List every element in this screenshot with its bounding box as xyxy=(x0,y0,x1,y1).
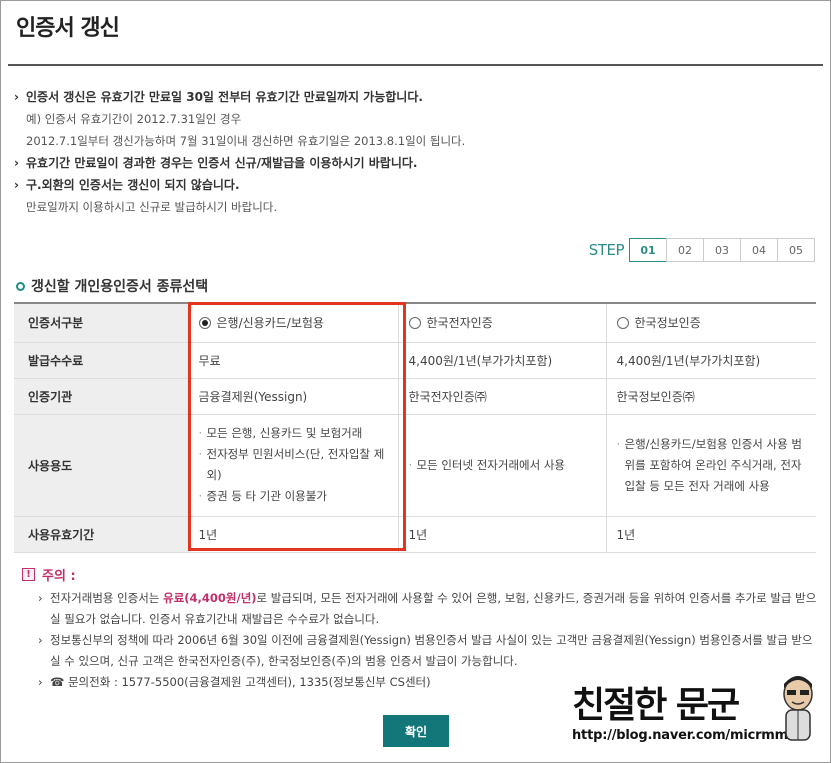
option-label[interactable]: 은행/신용카드/보험용 xyxy=(217,316,324,330)
notice-list: 인증서 갱신은 유효기간 만료일 30일 전부터 유효기간 만료일까지 가능합니… xyxy=(14,86,814,218)
cartoon-face-icon xyxy=(783,676,813,741)
list-item: 모든 인터넷 전자거래에서 사용 xyxy=(409,455,596,476)
row-header: 사용유효기간 xyxy=(14,516,189,553)
list-item: 전자정부 민원서비스(단, 전자입찰 제외) xyxy=(199,444,388,486)
table-row: 사용유효기간 1년 1년 1년 xyxy=(14,516,816,553)
notice-item: 인증서 갱신은 유효기간 만료일 30일 전부터 유효기간 만료일까지 가능합니… xyxy=(14,86,814,108)
list-item: 모든 은행, 신용카드 및 보험거래 xyxy=(199,423,388,444)
phone-contact-text: ☎ 문의전화 : 1577-5500(금융결제원 고객센터), 1335(정보통… xyxy=(50,675,431,689)
table-cell: 4,400원/1년(부가가치포함) xyxy=(606,342,816,379)
warning-icon: ! xyxy=(22,568,35,581)
fee-highlight: 유료(4,400원/년) xyxy=(163,591,257,605)
list-item: 증권 등 타 기관 이용불가 xyxy=(199,486,388,507)
section-heading: 갱신할 개인용인증서 종류선택 xyxy=(16,276,208,296)
table-row: 인증기관 금융결제원(Yessign) 한국전자인증㈜ 한국정보인증㈜ xyxy=(14,378,816,415)
caution-title: 주의 : xyxy=(42,569,76,584)
section-title: 갱신할 개인용인증서 종류선택 xyxy=(31,279,209,295)
watermark-url: http://blog.naver.com/micrmm xyxy=(572,728,788,743)
caution-heading: ! 주의 : xyxy=(22,565,76,584)
step-2: 02 xyxy=(666,238,704,262)
radio-option-crosscert[interactable]: 한국전자인증 xyxy=(398,302,607,343)
table-cell: 1년 xyxy=(606,516,816,553)
table-row: 사용용도 모든 은행, 신용카드 및 보험거래 전자정부 민원서비스(단, 전자… xyxy=(14,414,816,517)
title-divider xyxy=(8,64,823,66)
option-label[interactable]: 한국정보인증 xyxy=(635,316,701,330)
caution-text: 전자거래범용 인증서는 xyxy=(50,591,164,605)
notice-subtext: 예) 인증서 유효기간이 2012.7.31일인 경우 xyxy=(26,112,242,126)
step-indicator: STEP 01 02 03 04 05 xyxy=(589,238,815,262)
table-cell: 금융결제원(Yessign) xyxy=(188,378,399,415)
table-cell: 무료 xyxy=(188,342,399,379)
table-cell: 모든 인터넷 전자거래에서 사용 xyxy=(398,414,607,517)
caution-text: 정보통신부의 정책에 따라 2006년 6월 30일 이전에 금융결제원(Yes… xyxy=(50,633,813,668)
step-label: STEP xyxy=(588,241,625,259)
certificate-type-table: 인증서구분 은행/신용카드/보험용 한국전자인증 한국정보인증 발급수수료 무료… xyxy=(14,302,816,553)
notice-item: 구.외환의 인증서는 갱신이 되지 않습니다. xyxy=(14,174,814,196)
watermark-title: 친절한 문군 xyxy=(572,685,740,726)
caution-item: 정보통신부의 정책에 따라 2006년 6월 30일 이전에 금융결제원(Yes… xyxy=(38,630,818,672)
radio-icon[interactable] xyxy=(616,317,629,330)
table-cell: 한국전자인증㈜ xyxy=(398,378,607,415)
option-label[interactable]: 한국전자인증 xyxy=(427,316,493,330)
blog-watermark: 친절한 문군 http://blog.naver.com/micrmm xyxy=(572,676,822,756)
table-cell: 1년 xyxy=(398,516,607,553)
step-3: 03 xyxy=(703,238,741,262)
table-cell: 4,400원/1년(부가가치포함) xyxy=(398,342,607,379)
table-cell: 1년 xyxy=(188,516,399,553)
step-5: 05 xyxy=(777,238,815,262)
list-item: 은행/신용카드/보험용 인증서 사용 범위를 포함하여 온라인 주식거래, 전자… xyxy=(617,434,807,497)
caution-item: 전자거래범용 인증서는 유료(4,400원/년)로 발급되며, 모든 전자거래에… xyxy=(38,588,818,630)
radio-selected-icon[interactable] xyxy=(198,317,211,330)
circle-bullet-icon xyxy=(16,281,25,291)
row-header: 인증기관 xyxy=(14,378,189,415)
row-header: 사용용도 xyxy=(14,414,189,517)
notice-subtext: 2012.7.1일부터 갱신가능하며 7월 31일이내 갱신하면 유효기일은 2… xyxy=(26,134,466,148)
step-1: 01 xyxy=(629,238,667,262)
radio-icon[interactable] xyxy=(408,317,421,330)
table-cell: 모든 은행, 신용카드 및 보험거래 전자정부 민원서비스(단, 전자입찰 제외… xyxy=(188,414,399,517)
table-cell: 은행/신용카드/보험용 인증서 사용 범위를 포함하여 온라인 주식거래, 전자… xyxy=(606,414,816,517)
table-row: 발급수수료 무료 4,400원/1년(부가가치포함) 4,400원/1년(부가가… xyxy=(14,342,816,379)
row-header: 인증서구분 xyxy=(14,302,189,343)
table-row: 인증서구분 은행/신용카드/보험용 한국전자인증 한국정보인증 xyxy=(14,302,816,343)
page-title: 인증서 갱신 xyxy=(16,16,120,41)
notice-item: 유효기간 만료일이 경과한 경우는 인증서 신규/재발급을 이용하시기 바랍니다… xyxy=(14,152,814,174)
notice-subtext: 만료일까지 이용하시고 신규로 발급하시기 바랍니다. xyxy=(26,200,278,214)
confirm-button[interactable]: 확인 xyxy=(383,715,449,747)
radio-option-kica[interactable]: 한국정보인증 xyxy=(606,302,816,343)
row-header: 발급수수료 xyxy=(14,342,189,379)
table-cell: 한국정보인증㈜ xyxy=(606,378,816,415)
step-4: 04 xyxy=(740,238,778,262)
radio-option-bank[interactable]: 은행/신용카드/보험용 xyxy=(188,302,399,343)
